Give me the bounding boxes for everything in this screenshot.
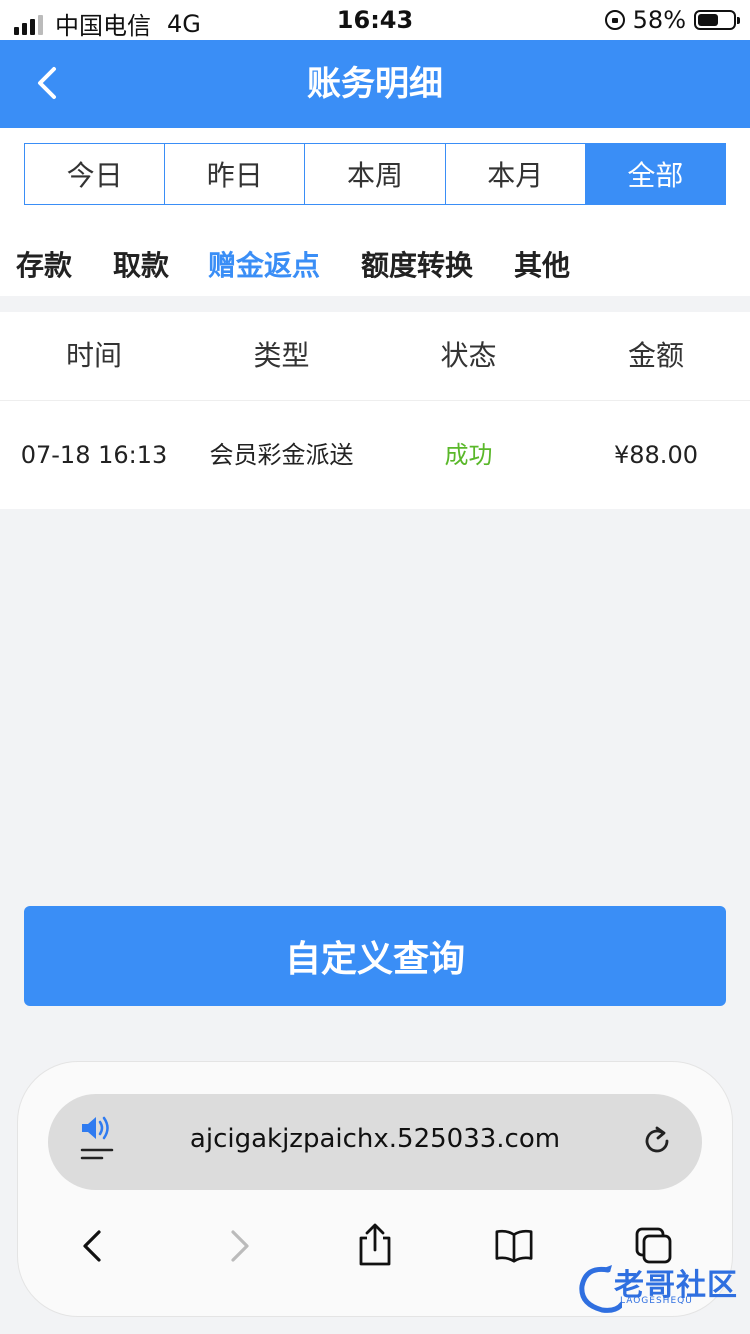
reload-icon[interactable] [640,1124,674,1158]
row-amount: ¥88.00 [614,441,698,469]
status-bar-right: 58% [604,6,740,34]
type-filter-tabs: 存款 取款 赠金返点 额度转换 其他 [0,230,750,300]
date-tab-yesterday[interactable]: 昨日 [165,144,306,204]
rotation-lock-icon [604,10,625,30]
chevron-left-icon [38,67,56,99]
watermark-logo: 老哥社区 LAOGESHEQU [578,1262,738,1316]
browser-back-icon[interactable] [74,1226,114,1266]
date-tab-today[interactable]: 今日 [25,144,166,204]
battery-icon [694,10,740,30]
type-tab-withdraw[interactable]: 取款 [113,244,169,284]
browser-forward-icon[interactable] [218,1226,258,1266]
battery-fill [698,14,718,26]
battery-cap [737,17,740,24]
type-tab-bonus-rebate[interactable]: 赠金返点 [208,244,320,284]
watermark-subtitle: LAOGESHEQU [620,1296,693,1306]
back-button[interactable] [22,58,72,108]
nav-bar: 账务明细 [0,40,750,128]
status-bar: 中国电信 4G 16:43 58% [0,0,750,40]
row-status: 成功 [444,441,493,469]
share-icon[interactable] [355,1222,395,1268]
table-header: 时间 类型 状态 金额 [0,312,750,401]
type-tab-other[interactable]: 其他 [514,244,570,284]
date-tab-this-week[interactable]: 本周 [305,144,446,204]
column-header-amount: 金额 [627,339,684,372]
row-type: 会员彩金派送 [209,441,354,469]
column-header-type: 类型 [253,339,310,372]
url-text[interactable]: ajcigakjzpaichx.525033.com [0,1124,750,1154]
battery-percent: 58% [632,6,686,34]
date-tab-this-month[interactable]: 本月 [445,144,586,204]
type-tab-credit-transfer[interactable]: 额度转换 [361,244,473,284]
custom-query-button[interactable]: 自定义查询 [24,906,726,1006]
date-tab-all[interactable]: 全部 [585,144,726,204]
column-header-time: 时间 [65,339,122,372]
table-row[interactable]: 07-18 16:13 会员彩金派送 成功 ¥88.00 [0,401,750,509]
row-time: 07-18 16:13 [20,441,168,469]
date-filter-tabs: 今日 昨日 本周 本月 全部 [24,143,726,205]
type-tab-deposit[interactable]: 存款 [16,244,72,284]
bookmarks-icon[interactable] [494,1226,534,1266]
column-header-status: 状态 [440,339,497,372]
page-title: 账务明细 [307,64,443,104]
